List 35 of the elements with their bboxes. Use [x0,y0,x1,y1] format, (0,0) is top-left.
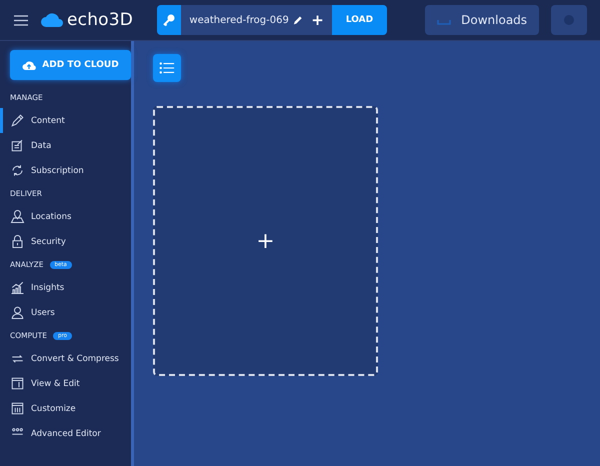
cloud-logo-icon [40,12,64,28]
pencil-icon[interactable] [292,14,304,26]
api-key-field[interactable]: weathered-frog-069 + LOAD [157,5,388,35]
nav-icon [10,113,25,128]
downloads-button[interactable]: Downloads [425,5,540,35]
menu-icon[interactable] [14,14,28,26]
app-name: echo3D [67,10,134,30]
nav-item[interactable]: View & Edit [0,371,131,396]
key-icon [162,13,176,27]
nav-icon [10,280,25,295]
nav-item[interactable]: Customize [0,396,131,421]
nav-icon [10,138,25,153]
avatar-icon [563,14,576,26]
upload-dropzone[interactable]: + [153,106,378,376]
nav-icon [10,376,25,391]
nav-icon [10,209,25,224]
nav-item[interactable]: Insights [0,275,131,300]
nav-item[interactable]: Users [0,300,131,325]
nav-item[interactable]: Subscription [0,158,131,183]
nav-item[interactable]: Security [0,229,131,254]
nav-item[interactable]: Data [0,133,131,158]
nav-icon [10,401,25,416]
nav-item[interactable]: Content [0,108,131,133]
list-icon [159,61,175,75]
list-view-button[interactable] [153,54,181,82]
add-icon: + [256,228,275,254]
nav-item[interactable]: Convert & Compress [0,346,131,371]
nav-icon [10,305,25,320]
api-key-value: weathered-frog-069 [188,14,289,26]
nav-icon [10,163,25,178]
add-key-button[interactable]: + [311,11,324,29]
nav-icon [10,234,25,249]
nav-item[interactable]: Locations [0,204,131,229]
nav-item[interactable]: Advanced Editor [0,421,131,446]
cloud-upload-icon [22,60,36,70]
